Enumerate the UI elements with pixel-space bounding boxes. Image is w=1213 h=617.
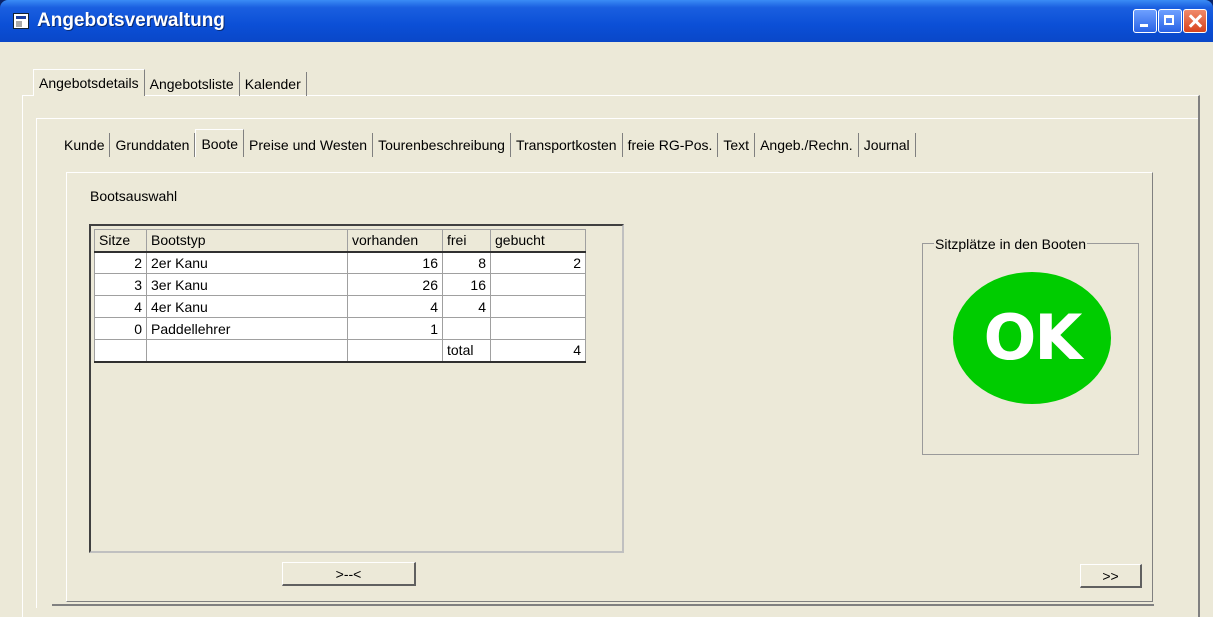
- total-label: total: [442, 339, 491, 363]
- title-bar[interactable]: Angebotsverwaltung: [0, 0, 1213, 42]
- cell-sitze[interactable]: 4: [94, 295, 147, 318]
- tab-grunddaten[interactable]: Grunddaten: [110, 133, 196, 157]
- cell-vorhanden: [347, 339, 443, 363]
- tab-kalender[interactable]: Kalender: [240, 72, 307, 96]
- boat-selection-label: Bootsauswahl: [90, 188, 178, 204]
- table-header-row: Sitze Bootstyp vorhanden frei gebucht: [94, 229, 586, 253]
- maximize-button[interactable]: [1158, 9, 1182, 33]
- boat-grid[interactable]: Sitze Bootstyp vorhanden frei gebucht 2 …: [89, 224, 624, 553]
- tab-freie-rg-pos[interactable]: freie RG-Pos.: [623, 133, 719, 157]
- cell-sitze[interactable]: 0: [94, 317, 147, 340]
- table-row[interactable]: 4 4er Kanu 4 4: [94, 295, 586, 318]
- tab-kunde[interactable]: Kunde: [59, 133, 111, 157]
- tab-tourenbeschreibung[interactable]: Tourenbeschreibung: [373, 133, 511, 157]
- cell-bootstyp[interactable]: 3er Kanu: [146, 273, 348, 296]
- table-row[interactable]: 0 Paddellehrer 1: [94, 317, 586, 340]
- cell-sitze: [94, 339, 147, 363]
- tab-transportkosten[interactable]: Transportkosten: [511, 133, 623, 157]
- next-button[interactable]: >>: [1080, 564, 1142, 588]
- cell-sitze[interactable]: 3: [94, 273, 147, 296]
- cell-vorhanden[interactable]: 4: [347, 295, 443, 318]
- tab-angebotsdetails[interactable]: Angebotsdetails: [33, 69, 145, 96]
- column-header-sitze[interactable]: Sitze: [94, 229, 147, 253]
- column-header-frei[interactable]: frei: [442, 229, 491, 253]
- table-row[interactable]: 2 2er Kanu 16 8 2: [94, 251, 586, 274]
- tab-text[interactable]: Text: [718, 133, 756, 157]
- cell-bootstyp[interactable]: Paddellehrer: [146, 317, 348, 340]
- minimize-button[interactable]: [1133, 9, 1157, 33]
- table-row[interactable]: 3 3er Kanu 26 16: [94, 273, 586, 296]
- cell-vorhanden[interactable]: 16: [347, 251, 443, 274]
- ok-status-indicator: OK: [953, 272, 1111, 404]
- ok-status-text: OK: [983, 301, 1083, 374]
- cell-frei[interactable]: 4: [442, 295, 491, 318]
- app-icon[interactable]: [13, 13, 29, 29]
- tab-boote[interactable]: Boote: [195, 129, 245, 157]
- column-header-vorhanden[interactable]: vorhanden: [347, 229, 443, 253]
- cell-bootstyp[interactable]: 4er Kanu: [146, 295, 348, 318]
- cell-vorhanden[interactable]: 26: [347, 273, 443, 296]
- seat-status-title: Sitzplätze in den Booten: [934, 236, 1087, 252]
- tab-journal[interactable]: Journal: [859, 133, 916, 157]
- cell-vorhanden[interactable]: 1: [347, 317, 443, 340]
- total-value: 4: [490, 339, 586, 363]
- window-title: Angebotsverwaltung: [37, 10, 225, 31]
- panel-bottom-edge: [52, 604, 1154, 606]
- cell-gebucht[interactable]: 2: [490, 251, 586, 274]
- cell-bootstyp[interactable]: 2er Kanu: [146, 251, 348, 274]
- cell-frei[interactable]: 16: [442, 273, 491, 296]
- table-total-row: total 4: [94, 339, 586, 363]
- main-tab-strip: Angebotsdetails Angebotsliste Kalender: [33, 69, 307, 98]
- tab-angebotsliste[interactable]: Angebotsliste: [145, 72, 240, 96]
- cell-gebucht[interactable]: [490, 295, 586, 318]
- cell-bootstyp: [146, 339, 348, 363]
- cell-gebucht[interactable]: [490, 317, 586, 340]
- cell-gebucht[interactable]: [490, 273, 586, 296]
- cell-frei[interactable]: [442, 317, 491, 340]
- cell-frei[interactable]: 8: [442, 251, 491, 274]
- shrink-grid-button[interactable]: >--<: [282, 562, 416, 586]
- tab-preise-und-westen[interactable]: Preise und Westen: [244, 133, 374, 157]
- column-header-bootstyp[interactable]: Bootstyp: [146, 229, 348, 253]
- sub-tab-strip: Kunde Grunddaten Boote Preise und Westen…: [59, 129, 916, 157]
- close-button[interactable]: [1183, 9, 1207, 33]
- tab-angeb-rechn[interactable]: Angeb./Rechn.: [755, 133, 859, 157]
- cell-sitze[interactable]: 2: [94, 251, 147, 274]
- column-header-gebucht[interactable]: gebucht: [490, 229, 586, 253]
- boat-table: Sitze Bootstyp vorhanden frei gebucht 2 …: [94, 229, 586, 363]
